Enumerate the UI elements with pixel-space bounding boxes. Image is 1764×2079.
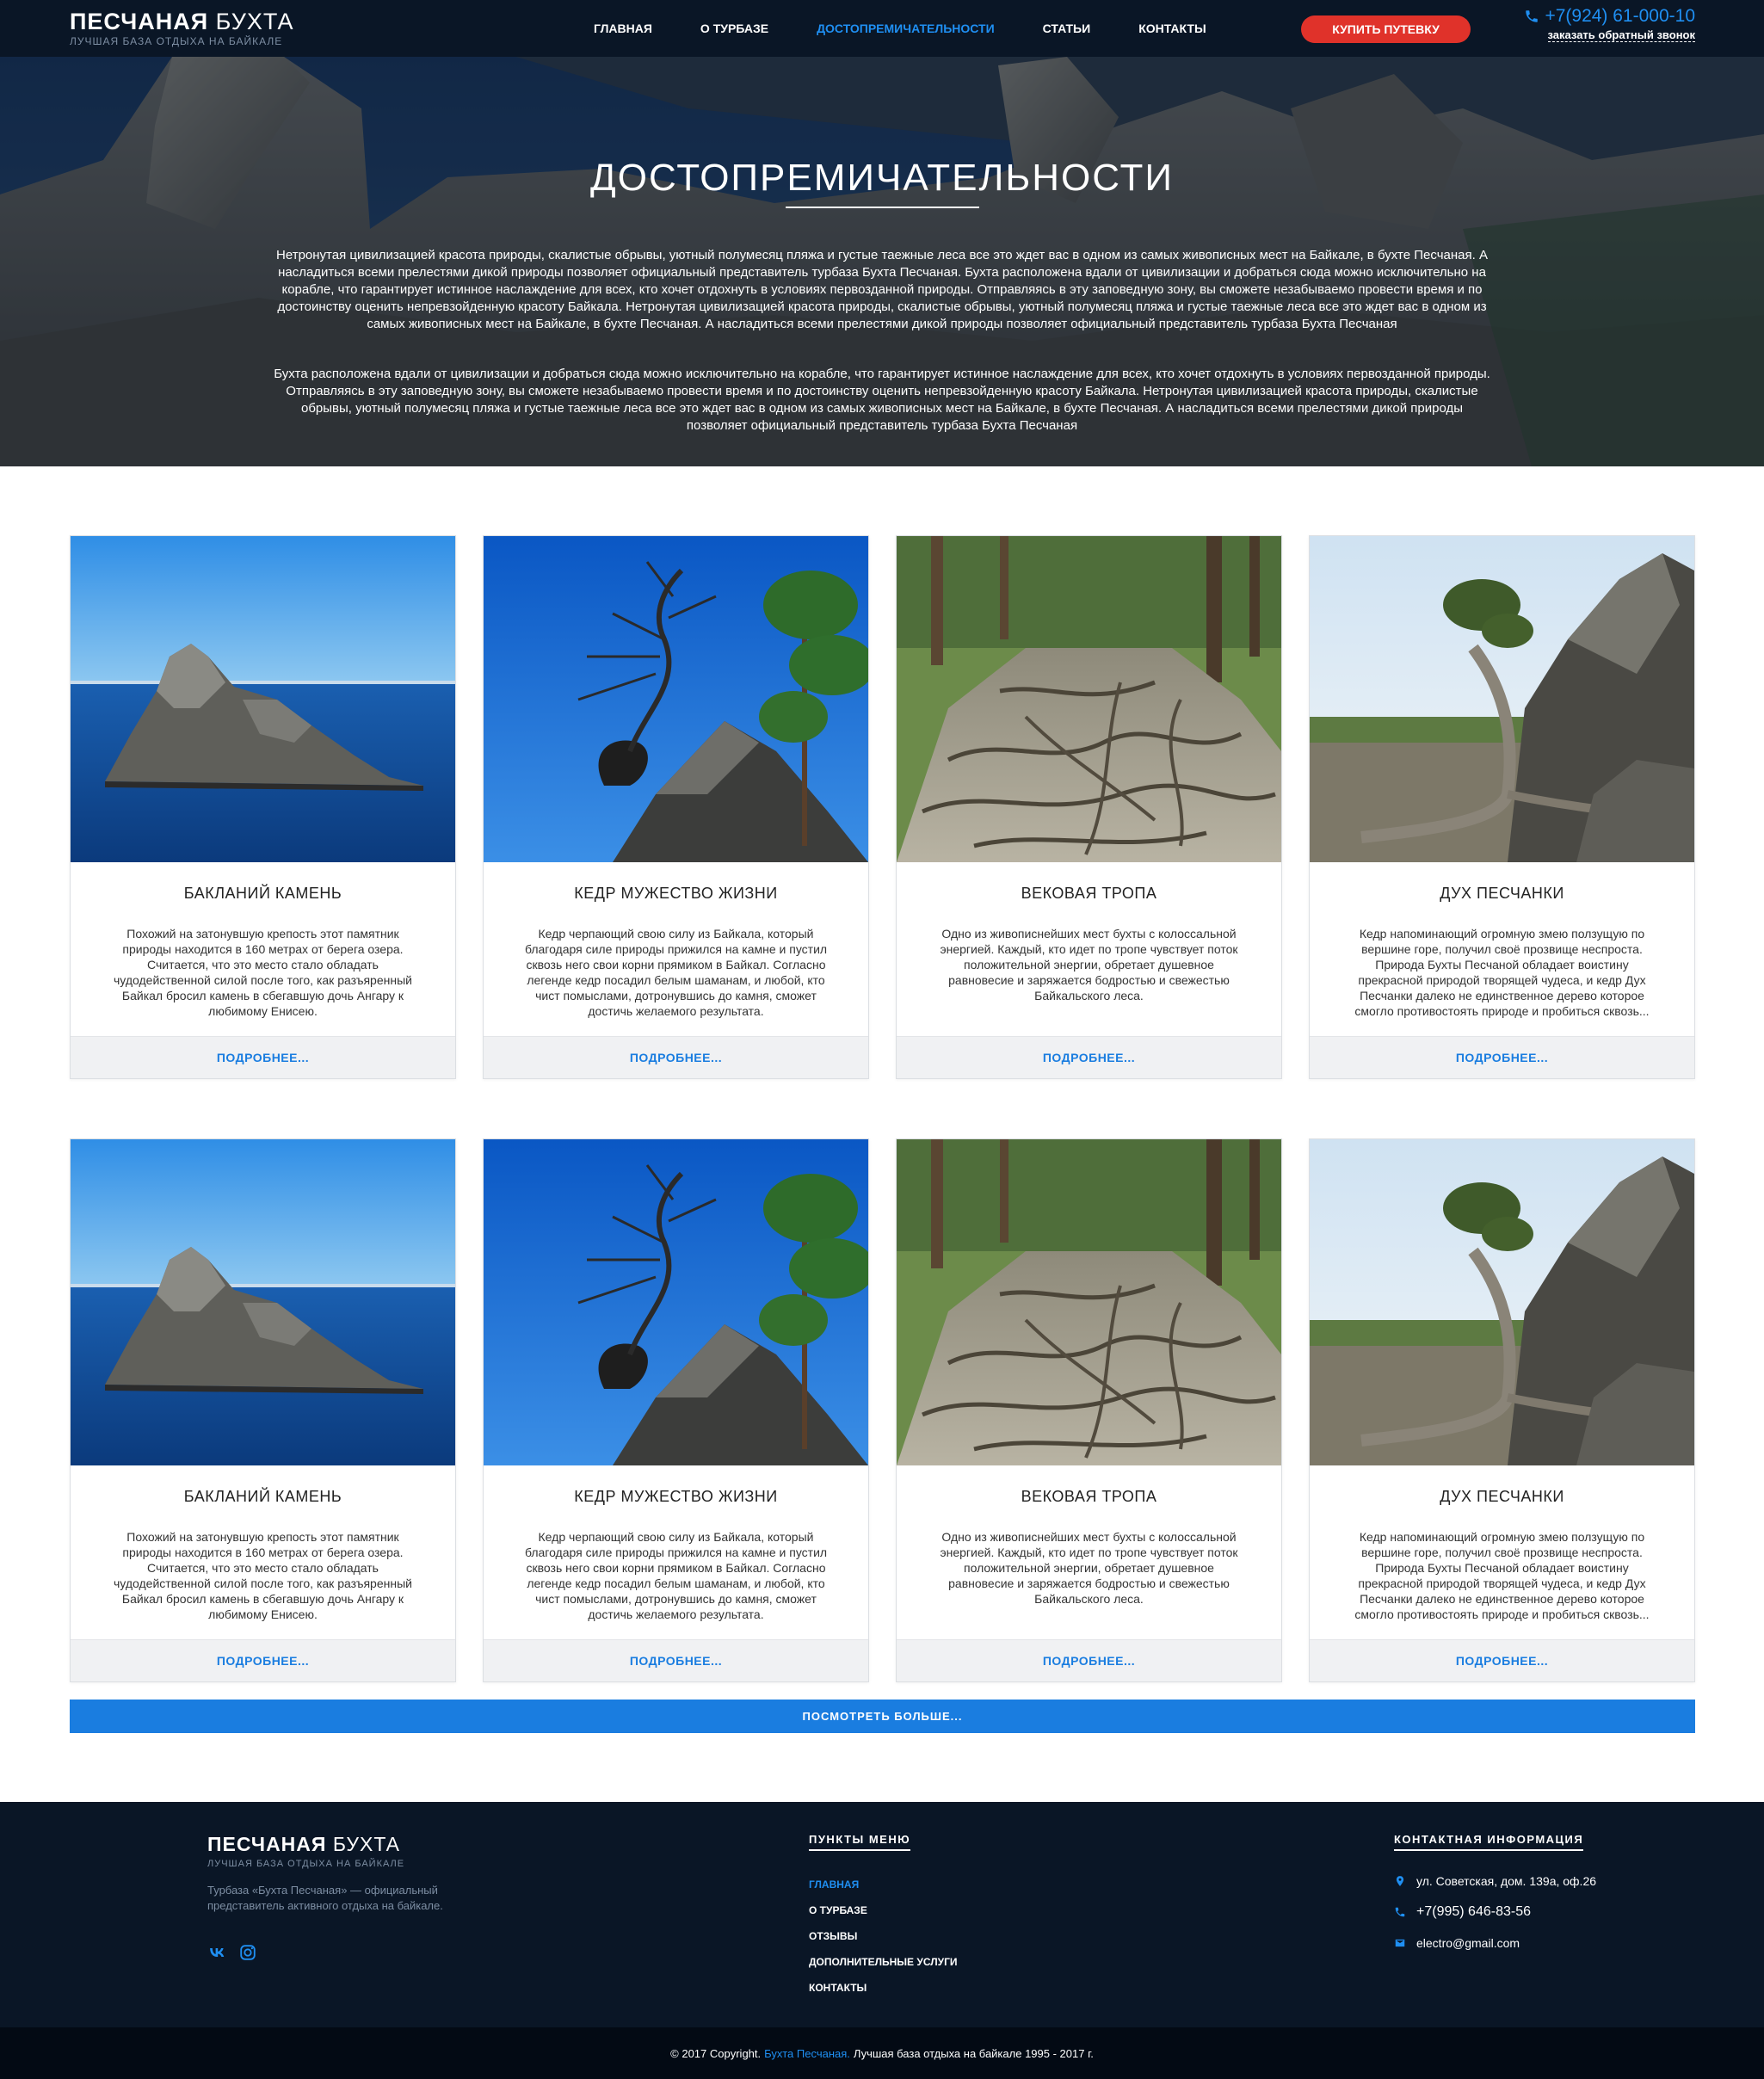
card-image-forest-path[interactable]	[897, 536, 1281, 862]
title-underline	[786, 207, 979, 208]
card-title: ДУХ ПЕСЧАНКИ	[1440, 1488, 1564, 1505]
footer-phone[interactable]: +7(995) 646-83-56	[1394, 1904, 1596, 1920]
header-phone[interactable]: +7(924) 61-000-10	[1514, 6, 1695, 27]
footer-email-text: electro@gmail.com	[1416, 1936, 1520, 1950]
card-image-forest-path[interactable]	[897, 1139, 1281, 1465]
main-nav: ГЛАВНАЯ О ТУРБАЗЕ ДОСТОПРЕМИЧАТЕЛЬНОСТИ …	[594, 0, 1255, 57]
card-title: ВЕКОВАЯ ТРОПА	[1021, 885, 1157, 902]
card-image-cedar-tree[interactable]	[484, 1139, 868, 1465]
nav-item-home[interactable]: ГЛАВНАЯ	[594, 22, 652, 35]
hero-paragraph-2: Бухта расположена вдали от цивилизации и…	[274, 367, 1490, 433]
buy-tour-button[interactable]: КУПИТЬ ПУТЕВКУ	[1301, 15, 1471, 43]
card-more-button[interactable]: ПОДРОБНЕЕ...	[71, 1036, 455, 1078]
footer-menu-heading: ПУНКТЫ МЕНЮ	[809, 1833, 911, 1851]
card-more-button[interactable]: ПОДРОБНЕЕ...	[1310, 1036, 1694, 1078]
hero-banner: ДОСТОПРЕМИЧАТЕЛЬНОСТИ Нетронутая цивилиз…	[0, 57, 1764, 466]
footer-menu-home[interactable]: ГЛАВНАЯ	[809, 1878, 958, 1891]
nav-item-contacts[interactable]: КОНТАКТЫ	[1138, 22, 1206, 35]
site-logo[interactable]: ПЕСЧАНАЯ БУХТА ЛУЧШАЯ БАЗА ОТДЫХА НА БАЙ…	[70, 9, 294, 47]
card-image-cormorant-rock[interactable]	[71, 1139, 455, 1465]
card-title: КЕДР МУЖЕСТВО ЖИЗНИ	[574, 885, 778, 902]
card-more-button[interactable]: ПОДРОБНЕЕ...	[1310, 1639, 1694, 1681]
mail-icon	[1395, 1939, 1405, 1947]
footer-menu: ГЛАВНАЯ О ТУРБАЗЕ ОТЗЫВЫ ДОПОЛНИТЕЛЬНЫЕ …	[809, 1878, 958, 2007]
footer-menu-contacts[interactable]: КОНТАКТЫ	[809, 1981, 958, 1995]
phone-icon	[1526, 10, 1539, 22]
card-image-sand-spirit[interactable]	[1310, 1139, 1694, 1465]
card-description: Кедр напоминающий огромную змею ползущую…	[1354, 1530, 1650, 1621]
card-more-button[interactable]: ПОДРОБНЕЕ...	[484, 1639, 868, 1681]
copyright-brand-link[interactable]: Бухта Песчаная.	[764, 2047, 850, 2060]
card-description: Одно из живописнейших мест бухты с колос…	[940, 1530, 1238, 1606]
callback-link[interactable]: заказать обратный звонок	[1547, 28, 1695, 42]
footer-contacts: ул. Советская, дом. 139а, оф.26 +7(995) …	[1394, 1874, 1596, 1966]
card-more-button[interactable]: ПОДРОБНЕЕ...	[484, 1036, 868, 1078]
card-image-cormorant-rock[interactable]	[71, 536, 455, 862]
attraction-card: ВЕКОВАЯ ТРОПА Одно из живописнейших мест…	[896, 535, 1282, 1079]
card-more-button[interactable]: ПОДРОБНЕЕ...	[71, 1639, 455, 1681]
copyright-suffix: Лучшая база отдыха на байкале 1995 - 201…	[853, 2046, 1094, 2060]
vk-icon[interactable]	[207, 1943, 226, 1962]
footer-email[interactable]: electro@gmail.com	[1394, 1936, 1596, 1950]
attraction-card: ВЕКОВАЯ ТРОПА Одно из живописнейших мест…	[896, 1138, 1282, 1682]
attraction-card: ДУХ ПЕСЧАНКИ Кедр напоминающий огромную …	[1309, 1138, 1695, 1682]
card-image-sand-spirit[interactable]	[1310, 536, 1694, 862]
nav-item-attractions[interactable]: ДОСТОПРЕМИЧАТЕЛЬНОСТИ	[817, 22, 995, 35]
nav-item-about[interactable]: О ТУРБАЗЕ	[700, 22, 768, 35]
footer-contacts-heading: КОНТАКТНАЯ ИНФОРМАЦИЯ	[1394, 1833, 1584, 1851]
card-description: Похожий на затонувшую крепость этот памя…	[114, 1530, 412, 1621]
card-more-button[interactable]: ПОДРОБНЕЕ...	[897, 1036, 1281, 1078]
footer-phone-text: +7(995) 646-83-56	[1416, 1904, 1531, 1919]
card-image-cedar-tree[interactable]	[484, 536, 868, 862]
footer-logo-title: ПЕСЧАНАЯ БУХТА	[207, 1833, 400, 1855]
page-title: ДОСТОПРЕМИЧАТЕЛЬНОСТИ	[589, 157, 1175, 199]
card-description: Кедр черпающий свою силу из Байкала, кот…	[524, 1530, 828, 1621]
footer-logo-subtitle: ЛУЧШАЯ БАЗА ОТДЫХА НА БАЙКАЛЕ	[207, 1859, 405, 1869]
copyright-bar: © 2017 Copyright. Бухта Песчаная. Лучшая…	[0, 2027, 1764, 2079]
attraction-card: БАКЛАНИЙ КАМЕНЬ Похожий на затонувшую кр…	[70, 1138, 456, 1682]
card-title: БАКЛАНИЙ КАМЕНЬ	[183, 885, 342, 902]
header-phone-text: +7(924) 61-000-10	[1545, 6, 1695, 26]
header-phone-block: +7(924) 61-000-10 заказать обратный звон…	[1514, 6, 1695, 43]
logo-title: ПЕСЧАНАЯ БУХТА	[70, 9, 294, 34]
card-title: ДУХ ПЕСЧАНКИ	[1440, 885, 1564, 902]
footer-menu-services[interactable]: ДОПОЛНИТЕЛЬНЫЕ УСЛУГИ	[809, 1955, 958, 1969]
show-more-button[interactable]: ПОСМОТРЕТЬ БОЛЬШЕ...	[70, 1700, 1695, 1733]
card-description: Похожий на затонувшую крепость этот памя…	[114, 927, 412, 1018]
map-pin-icon	[1396, 1876, 1404, 1886]
attraction-card: КЕДР МУЖЕСТВО ЖИЗНИ Кедр черпающий свою …	[483, 535, 869, 1079]
card-description: Кедр напоминающий огромную змею ползущую…	[1354, 927, 1650, 1018]
footer-logo[interactable]: ПЕСЧАНАЯ БУХТА ЛУЧШАЯ БАЗА ОТДЫХА НА БАЙ…	[207, 1831, 404, 1870]
top-navbar: ПЕСЧАНАЯ БУХТА ЛУЧШАЯ БАЗА ОТДЫХА НА БАЙ…	[0, 0, 1764, 57]
social-links	[207, 1943, 257, 1962]
nav-item-articles[interactable]: СТАТЬИ	[1043, 22, 1091, 35]
card-description: Кедр черпающий свою силу из Байкала, кот…	[524, 927, 828, 1018]
card-more-button[interactable]: ПОДРОБНЕЕ...	[897, 1639, 1281, 1681]
attraction-card: БАКЛАНИЙ КАМЕНЬ Похожий на затонувшую кр…	[70, 535, 456, 1079]
card-title: БАКЛАНИЙ КАМЕНЬ	[183, 1488, 342, 1505]
copyright-prefix: © 2017 Copyright.	[670, 2046, 762, 2060]
card-title: КЕДР МУЖЕСТВО ЖИЗНИ	[574, 1488, 778, 1505]
attraction-card: ДУХ ПЕСЧАНКИ Кедр напоминающий огромную …	[1309, 535, 1695, 1079]
footer-address: ул. Советская, дом. 139а, оф.26	[1394, 1874, 1596, 1888]
footer-description: Турбаза «Бухта Песчаная» — официальный п…	[207, 1884, 443, 1912]
attraction-card: КЕДР МУЖЕСТВО ЖИЗНИ Кедр черпающий свою …	[483, 1138, 869, 1682]
footer-menu-about[interactable]: О ТУРБАЗЕ	[809, 1903, 958, 1917]
footer-address-text: ул. Советская, дом. 139а, оф.26	[1416, 1874, 1597, 1888]
footer: ПЕСЧАНАЯ БУХТА ЛУЧШАЯ БАЗА ОТДЫХА НА БАЙ…	[0, 1802, 1764, 2027]
logo-subtitle: ЛУЧШАЯ БАЗА ОТДЫХА НА БАЙКАЛЕ	[70, 35, 283, 47]
hero-paragraph-1: Нетронутая цивилизацией красота природы,…	[276, 248, 1488, 331]
card-description: Одно из живописнейших мест бухты с колос…	[940, 927, 1238, 1002]
phone-icon	[1395, 1907, 1405, 1917]
card-title: ВЕКОВАЯ ТРОПА	[1021, 1488, 1157, 1505]
footer-menu-reviews[interactable]: ОТЗЫВЫ	[809, 1929, 958, 1943]
instagram-icon[interactable]	[238, 1943, 257, 1962]
